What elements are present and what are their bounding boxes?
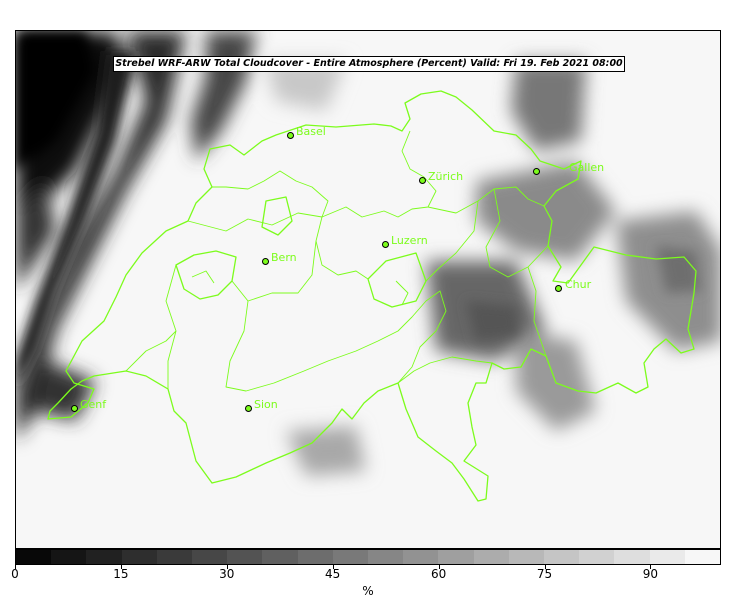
colorbar-tick-label: 75 (536, 567, 553, 581)
colorbar-segment (508, 550, 545, 564)
colorbar-segment (684, 550, 721, 564)
colorbar-tick-label: 15 (113, 567, 129, 581)
city-marker-zurich (419, 177, 426, 184)
city-marker-genf (71, 405, 78, 412)
city-label-zurich: Zürich (428, 170, 464, 183)
colorbar (15, 549, 721, 565)
colorbar-segment (156, 550, 193, 564)
cloudcover-map (16, 31, 720, 548)
colorbar-segment (86, 550, 122, 564)
city-label-genf: Genf (80, 398, 107, 411)
colorbar-segment (544, 550, 580, 564)
colorbar-segment (227, 550, 263, 564)
colorbar-segment (262, 550, 298, 564)
colorbar-tick-label: 45 (325, 567, 341, 581)
city-marker-luzern (382, 241, 389, 248)
colorbar-segment (473, 550, 509, 564)
colorbar-segment (438, 550, 474, 564)
city-label-stgallen: Gallen (569, 161, 605, 174)
colorbar-segment (649, 550, 685, 564)
city-marker-basel (287, 132, 294, 139)
colorbar-segment (332, 550, 369, 564)
city-marker-sion (245, 405, 252, 412)
city-label-luzern: Luzern (391, 234, 428, 247)
city-label-sion: Sion (254, 398, 278, 411)
city-marker-bern (262, 258, 269, 265)
city-label-basel: Basel (296, 125, 326, 138)
colorbar-segment (368, 550, 404, 564)
city-marker-chur (555, 285, 562, 292)
colorbar-unit-label: % (362, 584, 374, 598)
colorbar-tick-label: 60 (430, 567, 447, 581)
colorbar-segment (614, 550, 650, 564)
colorbar-segment (16, 550, 52, 564)
city-label-chur: Chur (565, 278, 592, 291)
colorbar-segment (579, 550, 615, 564)
colorbar-segment (121, 550, 157, 564)
colorbar-tick-label: 90 (642, 567, 659, 581)
map-frame (15, 30, 721, 549)
colorbar-tick-label: 0 (11, 567, 19, 581)
colorbar-segment (297, 550, 333, 564)
city-marker-stgallen (533, 168, 540, 175)
colorbar-segment (51, 550, 87, 564)
colorbar-tick-label: 30 (219, 567, 235, 581)
colorbar-segment (192, 550, 228, 564)
colorbar-segment (403, 550, 439, 564)
city-label-bern: Bern (271, 251, 297, 264)
map-title: Strebel WRF-ARW Total Cloudcover - Entir… (113, 56, 625, 72)
